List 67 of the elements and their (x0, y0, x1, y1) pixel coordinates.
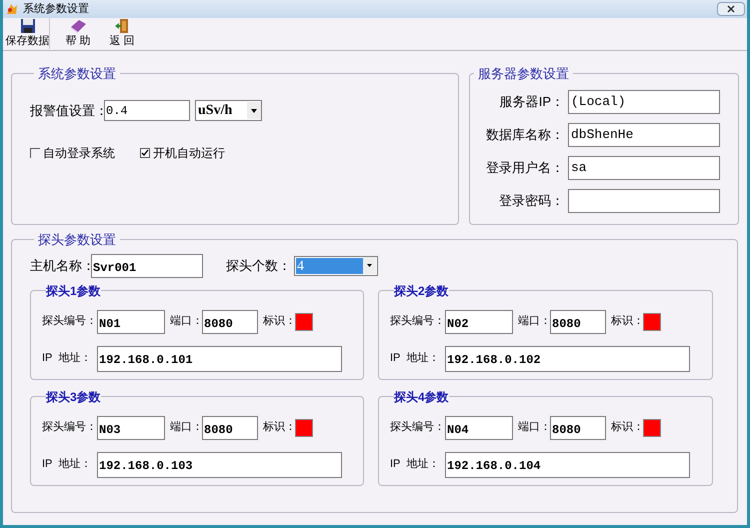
field-label: 标识： (263, 314, 295, 330)
group-title: 探头参数设置 (37, 231, 117, 249)
field-label: IP 地址： (390, 457, 440, 472)
probe-count-label: 探头个数： (226, 256, 292, 275)
field-label: 探头编号： (42, 420, 97, 436)
field-label: 标识： (263, 420, 295, 436)
field-label: 服务器IP： (500, 92, 564, 111)
field-label: 登录密码： (499, 192, 564, 210)
text-field[interactable]: N04 (445, 416, 513, 440)
text-field[interactable] (568, 188, 720, 212)
close-icon (727, 5, 735, 13)
field-label: 端口： (518, 314, 550, 330)
book-icon (69, 18, 87, 34)
toolbar-button[interactable]: 保存数据 (6, 18, 50, 49)
field-label: 登录用户名： (486, 158, 564, 177)
text-field[interactable]: 8080 (202, 310, 258, 334)
checkbox-label[interactable]: 自动登录系统 (43, 144, 115, 162)
field-label: IP 地址： (42, 351, 92, 366)
color-swatch[interactable] (643, 418, 661, 436)
host-name-label: 主机名称： (30, 256, 91, 275)
field-label: 探头编号： (42, 314, 97, 330)
text-field[interactable]: 192.168.0.101 (97, 346, 342, 372)
text-field[interactable]: N01 (97, 310, 165, 334)
group-title: 探头2参数 (394, 282, 449, 300)
color-swatch[interactable] (643, 312, 661, 330)
group-title: 服务器参数设置 (477, 65, 570, 83)
group-title: 系统参数设置 (37, 65, 117, 83)
group-title: 探头1参数 (46, 282, 101, 300)
field-label: 标识： (611, 420, 643, 436)
alarm-label: 报警值设置： (30, 102, 104, 120)
window-title: 系统参数设置 (23, 2, 89, 17)
text-field[interactable]: 192.168.0.104 (445, 452, 690, 478)
check-icon (141, 148, 149, 156)
text-field[interactable]: N03 (97, 416, 165, 440)
field-label: IP 地址： (390, 351, 440, 366)
text-field[interactable]: sa (568, 156, 720, 180)
field-label: 端口： (170, 314, 202, 330)
text-field[interactable]: N02 (445, 310, 513, 334)
alarm-field[interactable]: 0.4 (104, 100, 190, 121)
text-field[interactable]: 192.168.0.102 (445, 346, 690, 372)
field-label: 探头编号： (390, 420, 445, 436)
text-field[interactable]: 8080 (550, 310, 606, 334)
toolbar-button[interactable]: 帮 助 (56, 18, 100, 49)
field-label: 探头编号： (390, 314, 445, 330)
host-name-field[interactable]: Svr001 (91, 254, 203, 278)
checkbox[interactable] (140, 148, 150, 158)
field-label: 标识： (611, 314, 643, 330)
door-exit-icon (114, 18, 130, 34)
checkbox[interactable] (30, 148, 40, 158)
group-title: 探头4参数 (394, 388, 449, 406)
color-swatch[interactable] (295, 312, 313, 330)
field-label: 数据库名称： (486, 126, 564, 144)
checkbox-label[interactable]: 开机自动运行 (153, 144, 225, 162)
text-field[interactable]: dbShenHe (568, 122, 720, 146)
field-label: 端口： (518, 420, 550, 436)
text-field[interactable]: 8080 (550, 416, 606, 440)
close-button[interactable] (717, 2, 745, 16)
unit-dropdown[interactable]: uSv/h (195, 100, 262, 121)
field-label: 端口： (170, 420, 202, 436)
app-icon (5, 2, 19, 16)
field-label: IP 地址： (42, 457, 92, 472)
text-field[interactable]: 8080 (202, 416, 258, 440)
group-title: 探头3参数 (46, 388, 101, 406)
text-field[interactable]: (Local) (568, 90, 720, 114)
text-field[interactable]: 192.168.0.103 (97, 452, 342, 478)
color-swatch[interactable] (295, 418, 313, 436)
toolbar-button[interactable]: 返 回 (100, 18, 144, 49)
